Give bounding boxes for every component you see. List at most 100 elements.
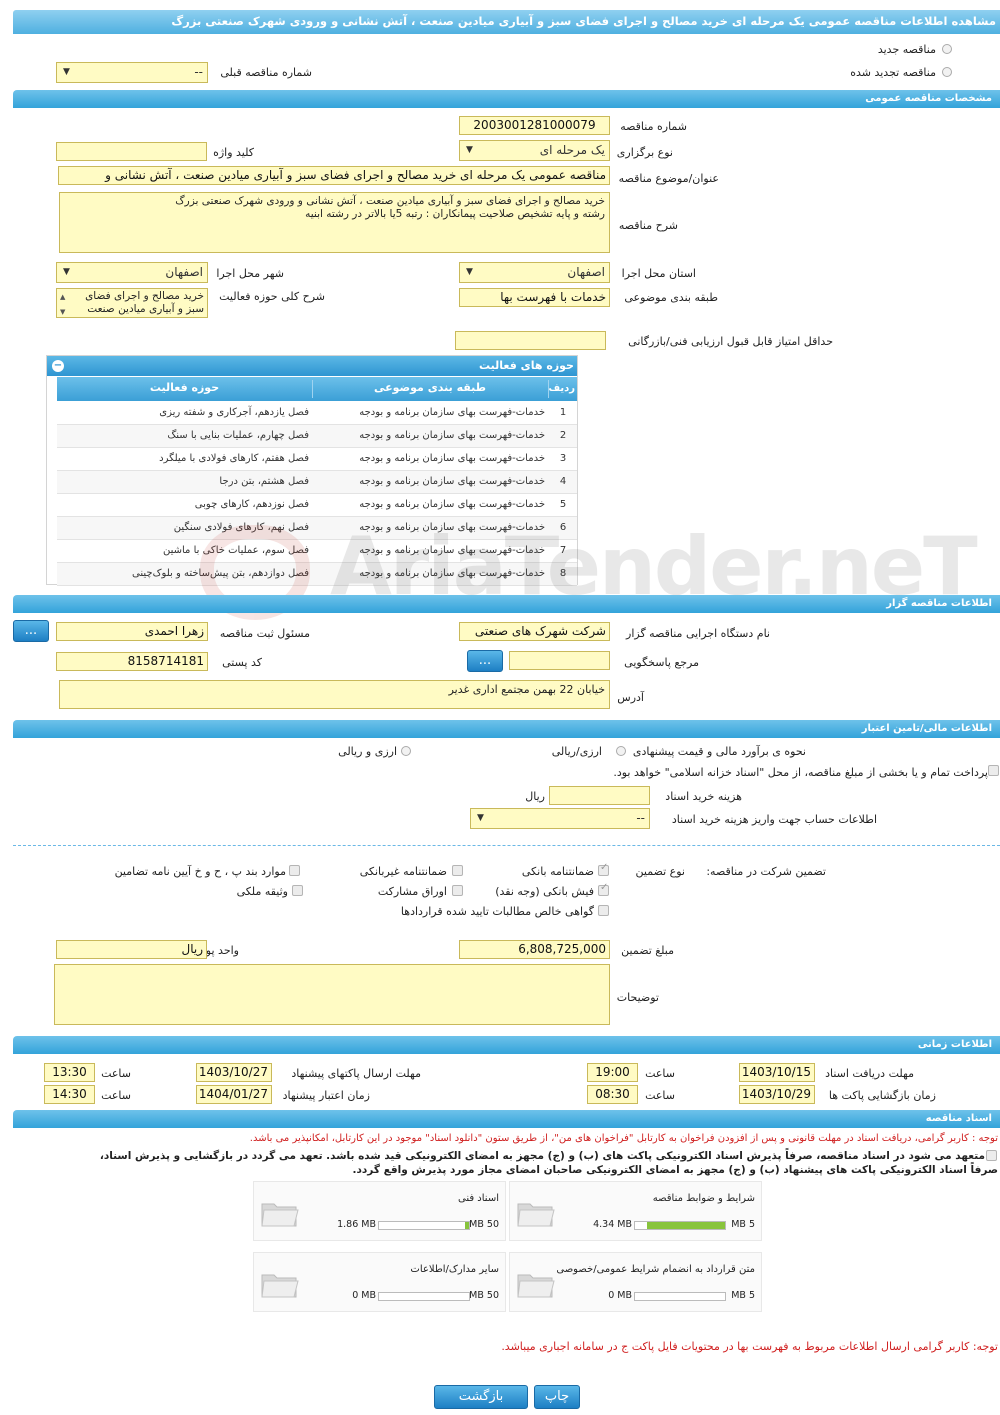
scroll-up-icon[interactable]: ▲ xyxy=(60,291,65,304)
col-field-header: حوزه فعالیت xyxy=(149,381,220,394)
send-date-field[interactable]: 1403/10/27 xyxy=(196,1063,272,1082)
prev-number-select[interactable]: ▼ -- xyxy=(56,62,208,83)
table-row: 2 خدمات-فهرست بهای سازمان برنامه و بودجه ف… xyxy=(57,424,577,448)
keyword-field[interactable] xyxy=(56,142,207,161)
docs-header: اسناد مناقصه xyxy=(13,1110,1000,1128)
estimate-rial-label: ارزی/ریالی xyxy=(551,745,602,758)
nonbank-guarantee-checkbox[interactable] xyxy=(452,865,463,876)
province-select[interactable]: ▼ اصفهان xyxy=(459,262,610,283)
new-tender-radio[interactable] xyxy=(942,44,952,54)
back-button[interactable]: بازگشت xyxy=(434,1385,528,1409)
activity-desc-field[interactable]: خرید مصالح و اجرای فضای سبز و آبیاری میا… xyxy=(56,288,208,318)
activity-desc-label: شرح کلی حوزه فعالیت xyxy=(219,290,325,303)
doc-max: 50 MB xyxy=(469,1290,499,1301)
scroll-down-icon[interactable]: ▼ xyxy=(60,306,65,317)
general-header: مشخصات مناقصه عمومی xyxy=(13,90,1000,108)
valid-label: زمان اعتبار پیشنهاد xyxy=(282,1089,370,1102)
row-number: 2 xyxy=(549,424,577,448)
address-label: آدرس xyxy=(617,691,644,704)
activity-desc-line: خرید مصالح و اجرای فضای xyxy=(85,290,204,302)
prev-number-label: شماره مناقصه قبلی xyxy=(220,66,312,79)
row-category: خدمات-فهرست بهای سازمان برنامه و بودجه xyxy=(313,470,549,494)
activity-desc-line: سبز و آبیاری میادین صنعت xyxy=(87,303,204,315)
type-label: نوع برگزاری xyxy=(616,146,673,159)
docs-note-3: توجه: کاربر گرامی ارسال اطلاعات مربوط به… xyxy=(501,1340,998,1353)
registrar-lookup-button[interactable]: ... xyxy=(13,620,49,642)
row-number: 1 xyxy=(549,401,577,425)
subject-field[interactable]: مناقصه عمومی یک مرحله ای خرید مصالح و اج… xyxy=(58,166,610,185)
doc-item[interactable]: متن قرارداد به انضمام شرایط عمومی/خصوصی 5… xyxy=(509,1252,762,1312)
open-label: زمان بازگشایی پاکت ها xyxy=(828,1089,936,1102)
row-category: خدمات-فهرست بهای سازمان برنامه و بودجه xyxy=(313,401,549,425)
row-field: فصل نوزدهم، کارهای چوبی xyxy=(57,493,313,517)
valid-time-field[interactable]: 14:30 xyxy=(44,1085,95,1104)
org-field[interactable]: شرکت شهرک های صنعتی xyxy=(459,622,610,641)
ref-label: مرجع پاسخگویی xyxy=(624,656,699,669)
folder-icon xyxy=(516,1269,556,1299)
collapse-icon[interactable]: − xyxy=(52,360,64,372)
print-button[interactable]: چاپ xyxy=(534,1385,580,1409)
description-line: خرید مصالح و اجرای فضای سبز و آبیاری میا… xyxy=(175,195,605,207)
send-time-field[interactable]: 13:30 xyxy=(44,1063,95,1082)
receive-label: مهلت دریافت اسناد xyxy=(825,1067,914,1080)
open-date-field[interactable]: 1403/10/29 xyxy=(739,1085,815,1104)
col-row-header: ردیف xyxy=(548,383,575,394)
finance-header: اطلاعات مالی/تامین اعتبار xyxy=(13,720,1000,738)
valid-date-field[interactable]: 1404/01/27 xyxy=(196,1085,272,1104)
row-category: خدمات-فهرست بهای سازمان برنامه و بودجه xyxy=(313,447,549,471)
doc-item[interactable]: شرایط و ضوابط مناقصه 5 MB 4.34 MB xyxy=(509,1181,762,1241)
doc-item[interactable]: سایر مدارک/اطلاعات 50 MB 0 MB xyxy=(253,1252,506,1312)
commitment-checkbox[interactable] xyxy=(986,1150,997,1161)
row-field: فصل یازدهم، آجرکاری و شفته ریزی xyxy=(57,401,313,425)
registrar-label: مسئول ثبت مناقصه xyxy=(219,627,310,640)
docs-note-1: توجه : کاربر گرامی، دریافت اسناد در مهلت… xyxy=(249,1133,998,1144)
folder-icon xyxy=(516,1198,556,1228)
treasury-checkbox[interactable] xyxy=(988,765,999,776)
keyword-label: کلید واژه xyxy=(213,146,254,159)
bonds-label: اوراق مشارکت xyxy=(377,885,447,898)
receive-time-field[interactable]: 19:00 xyxy=(587,1063,638,1082)
table-row: 3 خدمات-فهرست بهای سازمان برنامه و بودجه ف… xyxy=(57,447,577,471)
clause-guarantee-checkbox[interactable] xyxy=(289,865,300,876)
doc-cost-field[interactable] xyxy=(549,786,650,805)
description-field[interactable]: خرید مصالح و اجرای فضای سبز و آبیاری میا… xyxy=(59,192,610,253)
province-label: استان محل اجرا xyxy=(621,267,696,280)
registrar-field[interactable]: زهرا احمدی xyxy=(56,622,208,641)
row-category: خدمات-فهرست بهای سازمان برنامه و بودجه xyxy=(313,424,549,448)
currency-field[interactable]: ریال xyxy=(56,940,207,959)
cash-receipt-checkbox[interactable] xyxy=(598,882,609,896)
account-label: اطلاعات حساب جهت واریز هزینه خرید اسناد xyxy=(671,813,877,826)
open-time-field[interactable]: 08:30 xyxy=(587,1085,638,1104)
city-select[interactable]: ▼ اصفهان xyxy=(56,262,208,283)
doc-item[interactable]: اسناد فنی 50 MB 1.86 MB xyxy=(253,1181,506,1241)
doc-progress xyxy=(634,1221,726,1230)
receive-date-field[interactable]: 1403/10/15 xyxy=(739,1063,815,1082)
ref-field[interactable] xyxy=(509,651,610,670)
postal-field[interactable]: 8158714181 xyxy=(56,652,208,671)
valid-time-label: ساعت xyxy=(101,1089,131,1102)
tender-number-field[interactable]: 2003001281000079 xyxy=(459,116,610,135)
property-checkbox[interactable] xyxy=(292,885,303,896)
bonds-checkbox[interactable] xyxy=(452,885,463,896)
claims-certificate-checkbox[interactable] xyxy=(598,905,609,916)
account-select[interactable]: ▼ -- xyxy=(470,808,650,829)
estimate-fx-radio[interactable] xyxy=(401,746,411,756)
amount-field[interactable]: 6,808,725,000 xyxy=(459,940,610,959)
category-field[interactable]: خدمات با فهرست بها xyxy=(459,288,610,307)
bank-guarantee-checkbox[interactable] xyxy=(598,862,609,876)
property-label: وثیقه ملکی xyxy=(236,885,288,898)
subject-label: عنوان/موضوع مناقصه xyxy=(618,172,719,185)
doc-progress xyxy=(378,1292,470,1301)
nonbank-guarantee-label: ضمانتنامه غیربانکی xyxy=(359,865,447,878)
min-score-field[interactable] xyxy=(455,331,606,350)
col-divider xyxy=(548,380,549,398)
doc-max: 5 MB xyxy=(731,1290,755,1301)
doc-cost-unit: ریال xyxy=(525,790,545,803)
estimate-rial-radio[interactable] xyxy=(616,746,626,756)
renewed-tender-radio[interactable] xyxy=(942,67,952,77)
type-select[interactable]: ▼ یک مرحله ای xyxy=(459,140,610,161)
ref-lookup-button[interactable]: ... xyxy=(467,650,503,672)
table-row: 1 خدمات-فهرست بهای سازمان برنامه و بودجه ف… xyxy=(57,401,577,425)
notes-field[interactable] xyxy=(54,964,610,1025)
address-field[interactable]: خیابان 22 بهمن مجتمع اداری غدیر xyxy=(59,680,610,709)
